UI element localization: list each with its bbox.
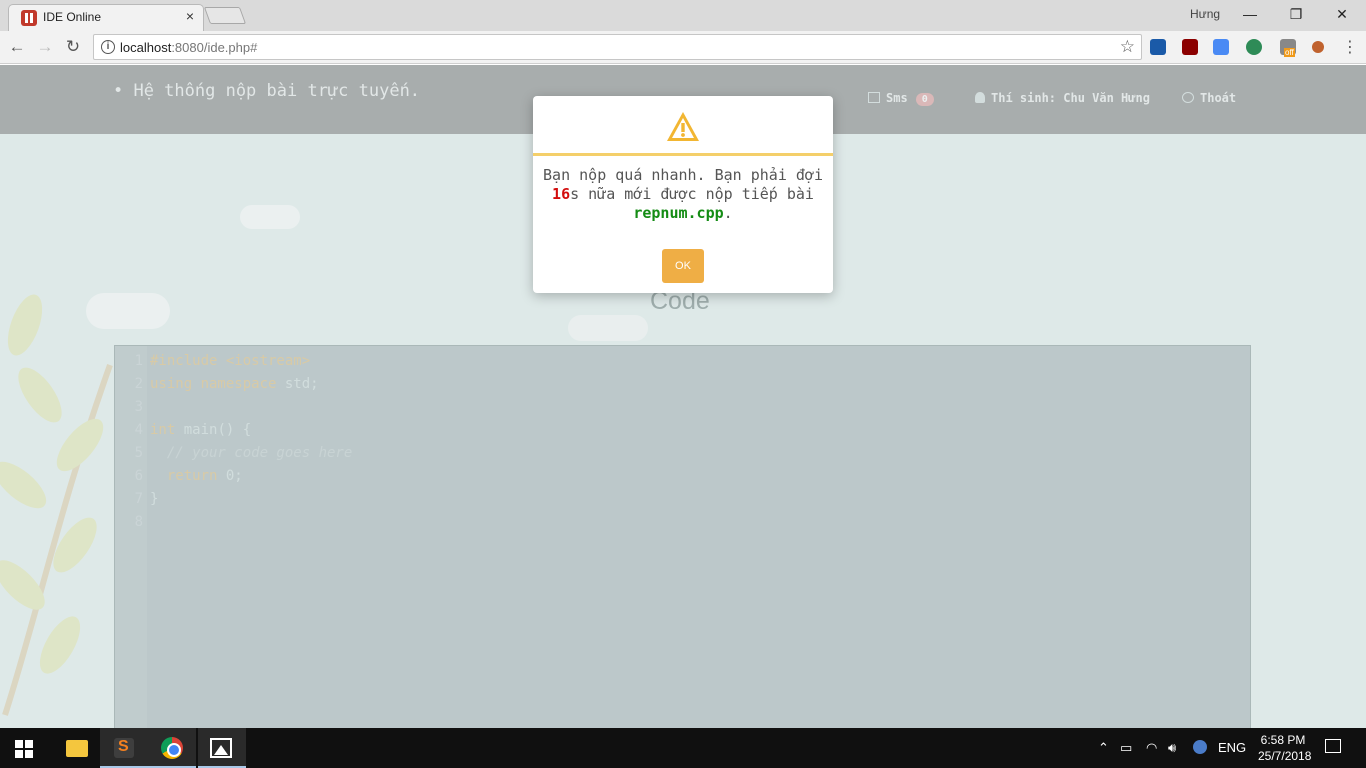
volume-icon[interactable]: 🔊︎ bbox=[1168, 740, 1176, 756]
close-window-button[interactable]: ✕ bbox=[1320, 2, 1364, 26]
new-tab-button[interactable] bbox=[203, 7, 247, 24]
sublime-text-icon bbox=[114, 738, 134, 758]
wait-seconds: 16 bbox=[552, 185, 571, 203]
idm-icon[interactable] bbox=[1246, 39, 1262, 55]
taskbar-chrome[interactable] bbox=[148, 728, 196, 768]
address-bar[interactable]: i localhost:8080/ide.php# ☆ bbox=[93, 34, 1142, 60]
filename: repnum.cpp bbox=[633, 204, 724, 222]
restore-button[interactable]: ❐ bbox=[1274, 2, 1318, 26]
browser-menu-icon[interactable]: ⋮ bbox=[1342, 37, 1358, 57]
tab-close-icon[interactable]: × bbox=[186, 8, 194, 24]
ublock-icon[interactable] bbox=[1182, 39, 1198, 55]
weather-icon[interactable] bbox=[1193, 740, 1207, 754]
browser-tab[interactable]: IDE Online × bbox=[8, 4, 204, 31]
url-text[interactable]: localhost:8080/ide.php# bbox=[120, 40, 257, 55]
site-favicon-icon bbox=[21, 10, 37, 26]
reload-button[interactable]: ↻ bbox=[62, 36, 84, 58]
warning-icon bbox=[667, 112, 699, 141]
extension-off-icon[interactable]: off bbox=[1280, 39, 1296, 57]
taskbar-file-explorer[interactable] bbox=[52, 728, 100, 768]
language-indicator[interactable]: ENG bbox=[1218, 740, 1246, 755]
taskbar-photos[interactable] bbox=[198, 728, 246, 768]
off-badge: off bbox=[1284, 48, 1295, 57]
bookmark-star-icon[interactable]: ☆ bbox=[1120, 37, 1135, 57]
forward-button[interactable]: → bbox=[34, 36, 56, 58]
tab-title: IDE Online bbox=[43, 10, 102, 24]
folder-icon bbox=[66, 740, 88, 757]
clock-date: 25/7/2018 bbox=[1258, 749, 1312, 763]
page: • Hệ thống nộp bài trực tuyến. Sms 0 Thí … bbox=[0, 65, 1366, 728]
chrome-icon bbox=[161, 737, 183, 759]
extension-icon[interactable] bbox=[1150, 39, 1166, 55]
browser-toolbar: ← → ↻ i localhost:8080/ide.php# ☆ off ⋮ bbox=[0, 31, 1366, 64]
warning-dialog: Bạn nộp quá nhanh. Bạn phải đợi 16s nữa … bbox=[533, 96, 833, 293]
battery-icon[interactable]: ▭ bbox=[1120, 740, 1132, 756]
browser-titlebar: IDE Online × Hưng — ❐ ✕ bbox=[0, 0, 1366, 31]
ok-button[interactable]: OK bbox=[662, 249, 704, 283]
windows-taskbar: ⌃ ▭ ◠ 🔊︎ ENG 6:58 PM 25/7/2018 bbox=[0, 728, 1366, 768]
dialog-message: Bạn nộp quá nhanh. Bạn phải đợi 16s nữa … bbox=[543, 166, 823, 222]
back-button[interactable]: ← bbox=[6, 36, 28, 58]
taskbar-sublime[interactable] bbox=[100, 728, 148, 768]
profile-name[interactable]: Hưng bbox=[1190, 7, 1220, 21]
dialog-header bbox=[533, 96, 833, 156]
cookie-icon[interactable] bbox=[1312, 41, 1324, 53]
start-button[interactable] bbox=[0, 728, 48, 768]
wifi-icon[interactable]: ◠ bbox=[1146, 740, 1157, 756]
clock-time: 6:58 PM bbox=[1260, 733, 1306, 747]
translate-icon[interactable] bbox=[1213, 39, 1229, 55]
tray-chevron-icon[interactable]: ⌃ bbox=[1098, 740, 1109, 756]
windows-logo-icon bbox=[15, 740, 33, 758]
clock[interactable]: 6:58 PM 25/7/2018 bbox=[1258, 732, 1312, 764]
site-info-icon[interactable]: i bbox=[101, 40, 115, 54]
notifications-icon[interactable] bbox=[1325, 739, 1341, 753]
photos-icon bbox=[210, 738, 232, 758]
minimize-button[interactable]: — bbox=[1228, 2, 1272, 26]
